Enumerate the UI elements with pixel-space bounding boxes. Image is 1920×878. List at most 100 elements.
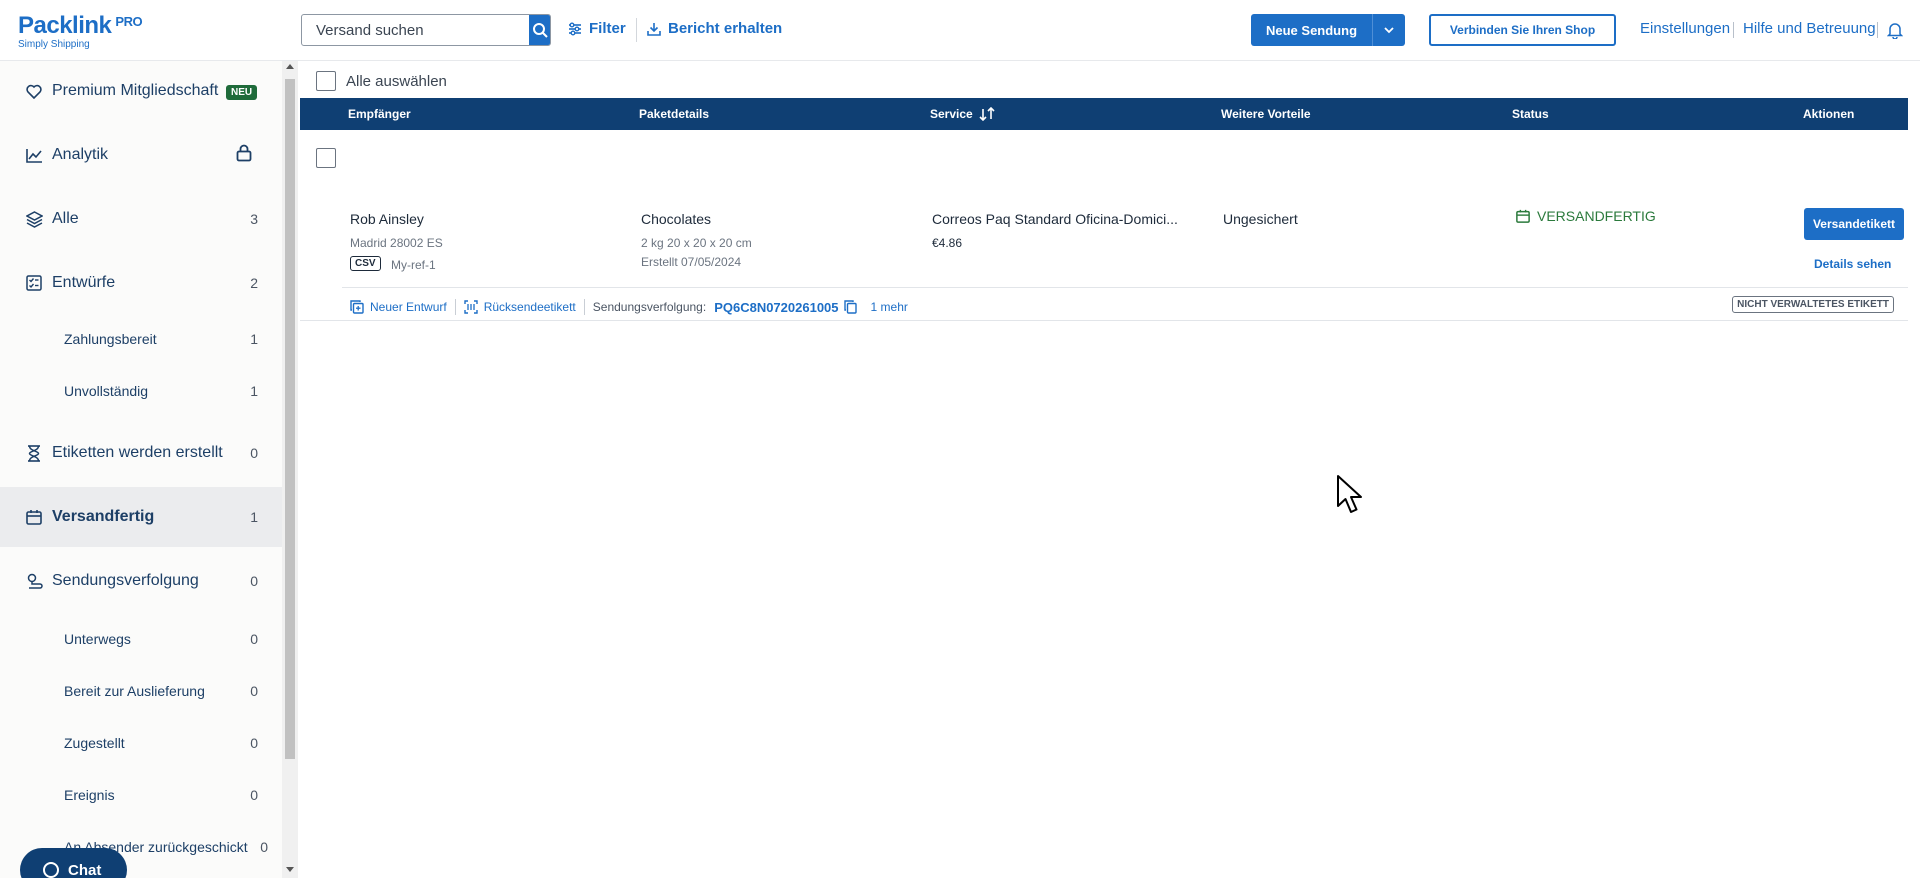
unmanaged-label-tag: NICHT VERWALTETES ETIKETT bbox=[1732, 296, 1894, 313]
sidebar-item-incomplete[interactable]: Unvollständig 1 bbox=[0, 365, 282, 417]
sidebar-item-drafts[interactable]: Entwürfe 2 bbox=[0, 253, 282, 313]
sidebar-item-count: 1 bbox=[250, 331, 258, 347]
column-recipient: Empfänger bbox=[348, 107, 411, 121]
search-button[interactable] bbox=[529, 15, 550, 45]
top-header: Packlink PRO Simply Shipping Filter Beri… bbox=[0, 0, 1920, 61]
package-name: Chocolates bbox=[641, 211, 712, 227]
filter-button[interactable]: Filter bbox=[568, 20, 626, 37]
nav-divider bbox=[1877, 22, 1878, 38]
new-shipment-button-group: Neue Sendung bbox=[1251, 14, 1406, 46]
recipient-name: Rob Ainsley bbox=[350, 211, 424, 227]
shipments-panel: Alle auswählen Empfänger Paketdetails Se… bbox=[298, 61, 1920, 878]
more-link[interactable]: 1 mehr bbox=[871, 300, 908, 314]
status-badge: VERSANDFERTIG bbox=[1516, 208, 1656, 224]
help-link[interactable]: Hilfe und Betreuung bbox=[1743, 20, 1876, 37]
logo-text: Packlink bbox=[18, 12, 112, 39]
new-draft-label: Neuer Entwurf bbox=[370, 300, 447, 314]
sidebar-item-label: Ereignis bbox=[64, 787, 115, 803]
tracking-number-link[interactable]: PQ6C8N0720261005 bbox=[714, 299, 857, 315]
sidebar-item-label: Entwürfe bbox=[52, 274, 116, 291]
scroll-down-arrow[interactable] bbox=[286, 867, 294, 872]
return-label-link[interactable]: Rücksendeetikett bbox=[464, 300, 576, 314]
heart-icon bbox=[25, 82, 43, 100]
row-footer: Neuer Entwurf Rücksendeetikett Sendungsv… bbox=[350, 297, 908, 317]
scroll-thumb[interactable] bbox=[285, 79, 295, 759]
row-checkbox[interactable] bbox=[316, 148, 336, 168]
connect-shop-button[interactable]: Verbinden Sie Ihren Shop bbox=[1429, 14, 1616, 46]
sidebar-item-count: 1 bbox=[250, 383, 258, 399]
table-header: Empfänger Paketdetails Service Weitere V… bbox=[300, 98, 1908, 130]
chevron-down-icon bbox=[1384, 27, 1394, 34]
sidebar-item-label: Sendungsverfolgung bbox=[52, 572, 199, 589]
service-price: €4.86 bbox=[932, 236, 963, 250]
status-text: VERSANDFERTIG bbox=[1537, 208, 1656, 224]
sliders-icon bbox=[569, 22, 581, 35]
sidebar-item-ready-for-delivery[interactable]: Bereit zur Auslieferung 0 bbox=[0, 665, 282, 717]
sidebar-item-count: 0 bbox=[260, 839, 268, 855]
shipping-label-button[interactable]: Versandetikett bbox=[1804, 208, 1904, 240]
sidebar-item-tracking[interactable]: Sendungsverfolgung 0 bbox=[0, 551, 282, 611]
sidebar-item-label: Zugestellt bbox=[64, 735, 125, 751]
select-all-checkbox[interactable] bbox=[316, 71, 336, 91]
sidebar-item-label: Unvollständig bbox=[64, 383, 149, 399]
new-shipment-button[interactable]: Neue Sendung bbox=[1251, 14, 1373, 46]
mouse-cursor-icon bbox=[1336, 474, 1366, 521]
footer-divider bbox=[583, 299, 585, 315]
packlink-logo[interactable]: Packlink PRO Simply Shipping bbox=[18, 12, 143, 50]
logo-tagline: Simply Shipping bbox=[18, 39, 90, 50]
return-label-text: Rücksendeetikett bbox=[483, 300, 576, 314]
new-draft-link[interactable]: Neuer Entwurf bbox=[350, 300, 447, 314]
sidebar-item-count: 2 bbox=[250, 275, 258, 291]
chat-bubble-icon bbox=[43, 862, 59, 878]
sort-icon bbox=[979, 107, 995, 121]
settings-link[interactable]: Einstellungen bbox=[1640, 20, 1730, 37]
sidebar-item-in-transit[interactable]: Unterwegs 0 bbox=[0, 613, 282, 665]
new-badge: NEU bbox=[226, 85, 258, 100]
new-shipment-dropdown[interactable] bbox=[1372, 14, 1406, 46]
package-created: Erstellt 07/05/2024 bbox=[641, 255, 742, 269]
report-label: Bericht erhalten bbox=[668, 20, 783, 37]
column-service-label: Service bbox=[930, 107, 973, 121]
sidebar-item-incident[interactable]: Ereignis 0 bbox=[0, 769, 282, 821]
chat-button[interactable]: Chat bbox=[20, 848, 127, 878]
sidebar-item-analytics[interactable]: Analytik bbox=[0, 125, 282, 185]
sidebar-item-ready-to-ship[interactable]: Versandfertig 1 bbox=[0, 487, 282, 547]
footer-divider bbox=[454, 299, 456, 315]
notifications-button[interactable] bbox=[1886, 21, 1904, 44]
route-pin-icon bbox=[25, 572, 43, 590]
scan-icon bbox=[464, 300, 478, 314]
chart-line-icon bbox=[25, 146, 43, 164]
sidebar-item-count: 0 bbox=[250, 735, 258, 751]
report-button[interactable]: Bericht erhalten bbox=[647, 20, 782, 37]
sidebar-item-count: 0 bbox=[250, 631, 258, 647]
package-icon bbox=[1516, 209, 1530, 223]
scroll-up-arrow[interactable] bbox=[286, 64, 294, 69]
reference: My-ref-1 bbox=[391, 258, 436, 272]
sidebar-item-count: 0 bbox=[250, 787, 258, 803]
layers-icon bbox=[25, 210, 43, 228]
source-tag: CSV bbox=[350, 256, 381, 271]
tracking-number: PQ6C8N0720261005 bbox=[714, 299, 839, 315]
search-icon bbox=[532, 23, 548, 38]
bell-icon bbox=[1886, 23, 1904, 40]
sidebar-item-delivered[interactable]: Zugestellt 0 bbox=[0, 717, 282, 769]
details-link[interactable]: Details sehen bbox=[1814, 257, 1891, 271]
duplicate-icon bbox=[350, 300, 364, 314]
sidebar-item-all[interactable]: Alle 3 bbox=[0, 189, 282, 249]
sidebar-item-labels-creating[interactable]: Etiketten werden erstellt 0 bbox=[0, 423, 282, 483]
logo-pro: PRO bbox=[115, 14, 143, 29]
select-all[interactable]: Alle auswählen bbox=[316, 71, 447, 91]
sidebar-item-ready-to-pay[interactable]: Zahlungsbereit 1 bbox=[0, 313, 282, 365]
benefits-value: Ungesichert bbox=[1223, 211, 1298, 227]
search-input[interactable] bbox=[302, 15, 529, 45]
recipient-address: Madrid 28002 ES bbox=[350, 236, 443, 250]
service-name: Correos Paq Standard Oficina-Domici... bbox=[932, 211, 1178, 227]
column-benefits: Weitere Vorteile bbox=[1221, 107, 1311, 121]
copy-icon[interactable] bbox=[843, 300, 857, 314]
lock-icon bbox=[236, 144, 252, 167]
sidebar-scrollbar[interactable] bbox=[282, 61, 298, 878]
column-service[interactable]: Service bbox=[930, 107, 995, 121]
package-icon bbox=[25, 508, 43, 526]
checklist-icon bbox=[25, 274, 43, 292]
sidebar-item-premium[interactable]: Premium Mitgliedschaft NEU bbox=[0, 61, 282, 121]
